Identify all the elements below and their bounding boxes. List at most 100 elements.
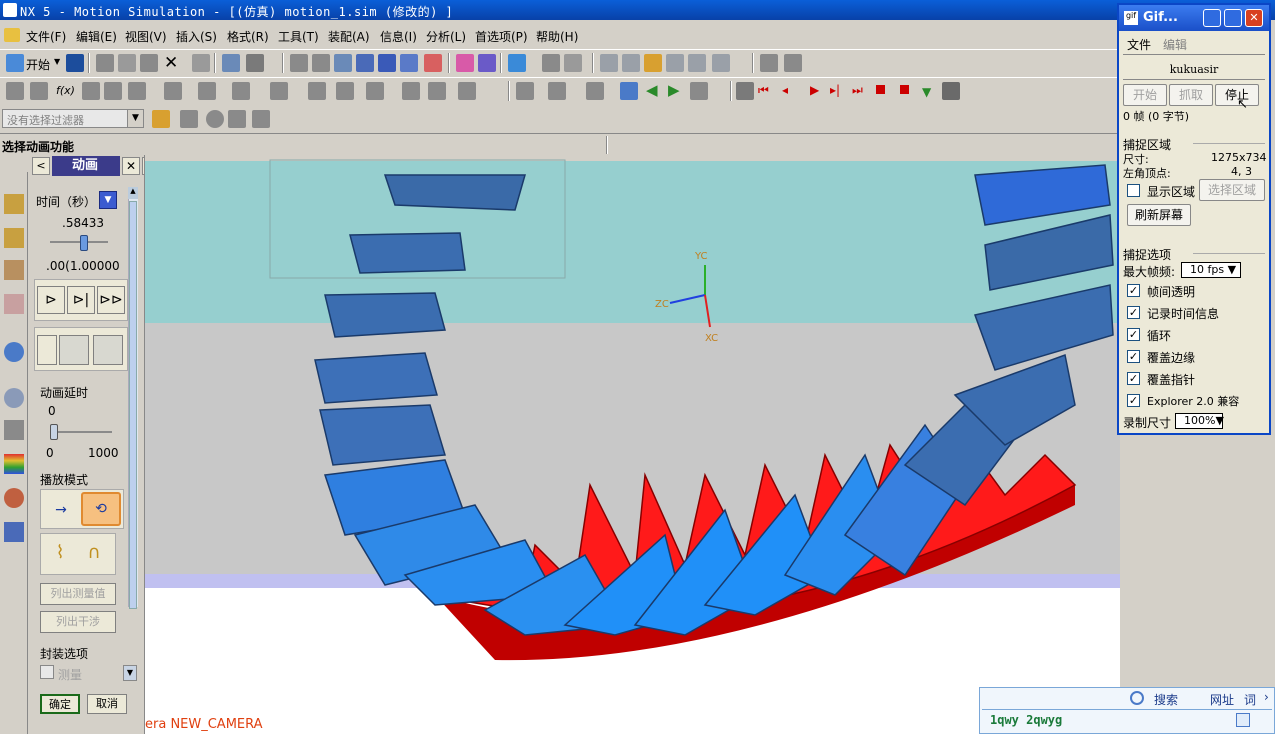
gear-model-view[interactable]: YC ZC XC era NEW_CAMERA — [145, 155, 1120, 734]
contact-icon[interactable] — [164, 82, 182, 100]
trace-tool-icon[interactable] — [59, 335, 89, 365]
rewind-icon[interactable]: ⏮ — [758, 83, 769, 98]
chevron-down-icon[interactable]: ▼ — [127, 110, 143, 127]
menu-preferences[interactable]: 首选项(P) — [475, 28, 528, 45]
time-slider-thumb[interactable] — [79, 235, 88, 251]
menu-analysis[interactable]: 分析(L) — [426, 28, 466, 45]
fast-forward-icon[interactable]: ⏭ — [852, 83, 863, 98]
menu-format[interactable]: 格式(R) — [227, 28, 269, 45]
snap-point-icon[interactable] — [228, 110, 246, 128]
step-back-icon[interactable]: ◂ — [782, 83, 788, 97]
history-icon[interactable] — [4, 388, 24, 408]
grid-icon[interactable] — [620, 82, 638, 100]
option-checkbox-0[interactable]: ✓ — [1127, 284, 1140, 297]
assembly-navigator-icon[interactable] — [4, 228, 24, 248]
section-icon[interactable] — [760, 54, 778, 72]
select-all-icon[interactable] — [252, 110, 270, 128]
check-icon[interactable] — [712, 54, 730, 72]
shade-icon[interactable] — [542, 54, 560, 72]
scroll-down-icon[interactable]: ▼ — [123, 665, 137, 681]
graph-icon[interactable] — [366, 82, 384, 100]
list-measure-button[interactable]: 列出测量值 — [40, 583, 116, 605]
palette-icon[interactable] — [4, 454, 24, 474]
chevron-right-icon[interactable]: › — [1264, 690, 1269, 704]
panel-close-button[interactable]: ✕ — [122, 157, 140, 175]
envelope-icon[interactable] — [458, 82, 476, 100]
light-icon[interactable] — [644, 54, 662, 72]
snap-icon[interactable] — [600, 54, 618, 72]
marker-icon[interactable] — [270, 82, 288, 100]
max-fps-select[interactable]: 10 fps ▼ — [1181, 262, 1241, 278]
rotate-icon[interactable] — [378, 54, 396, 72]
render-icon[interactable] — [424, 54, 442, 72]
spring-icon[interactable] — [82, 82, 100, 100]
record-icon[interactable] — [586, 82, 604, 100]
measure-icon[interactable] — [666, 54, 684, 72]
menu-help[interactable]: 帮助(H) — [536, 28, 578, 45]
solver-icon[interactable] — [308, 82, 326, 100]
ok-button[interactable]: 确定 — [40, 694, 80, 714]
maximize-icon[interactable] — [1224, 9, 1242, 27]
copy-icon[interactable] — [1236, 713, 1250, 727]
option-checkbox-5[interactable]: ✓ — [1127, 394, 1140, 407]
solution-icon[interactable] — [336, 82, 354, 100]
select-region-button[interactable]: 选择区域 — [1199, 179, 1265, 201]
loop-mode-icon[interactable]: ⟲ — [81, 492, 121, 526]
curve-icon[interactable]: ∩ — [79, 542, 109, 570]
list-interference-button[interactable]: 列出干涉 — [40, 611, 116, 633]
zoom-window-icon[interactable] — [312, 54, 330, 72]
menu-assembly[interactable]: 装配(A) — [328, 28, 370, 45]
library-icon[interactable] — [4, 420, 24, 440]
loop-icon[interactable]: ▼ — [922, 85, 931, 99]
clip-icon[interactable] — [784, 54, 802, 72]
menu-tools[interactable]: 工具(T) — [278, 28, 319, 45]
delay-slider-track[interactable] — [50, 431, 112, 433]
save-icon[interactable] — [66, 54, 84, 72]
tool-a-icon[interactable] — [37, 335, 57, 365]
menu-icon[interactable] — [4, 28, 20, 42]
wireframe-icon[interactable] — [564, 54, 582, 72]
gif-start-button[interactable]: 开始 — [1123, 84, 1167, 106]
zoom-icon[interactable] — [334, 54, 352, 72]
play-icon[interactable]: ▶ — [810, 83, 819, 97]
option-checkbox-2[interactable]: ✓ — [1127, 328, 1140, 341]
fast-forward-button[interactable]: ⊳⊳ — [97, 286, 125, 314]
graphics-viewport[interactable]: YC ZC XC era NEW_CAMERA — [145, 155, 1120, 734]
part-navigator-icon[interactable] — [4, 260, 24, 280]
type-filter-select[interactable]: 没有选择过滤器 ▼ — [2, 109, 144, 128]
web-icon[interactable] — [4, 342, 24, 362]
minimize-icon[interactable] — [1203, 9, 1221, 27]
pause-icon[interactable] — [876, 85, 885, 94]
function-icon[interactable]: f(x) — [56, 84, 75, 97]
system-visual-icon[interactable] — [4, 522, 24, 542]
menu-file[interactable]: 文件(F) — [26, 28, 66, 45]
motion-icon[interactable] — [456, 54, 474, 72]
zoom-in-icon[interactable] — [356, 54, 374, 72]
joint-icon[interactable] — [478, 54, 496, 72]
force-icon[interactable] — [198, 82, 216, 100]
bushing-icon[interactable] — [128, 82, 146, 100]
step-forward-button[interactable]: ⊳| — [67, 286, 95, 314]
copy-icon[interactable] — [118, 54, 136, 72]
torque-icon[interactable] — [232, 82, 250, 100]
fit-icon[interactable] — [290, 54, 308, 72]
record-size-select[interactable]: 100%▼ — [1175, 413, 1224, 429]
gif-capture-button[interactable]: 抓取 — [1169, 84, 1213, 106]
menu-view[interactable]: 视图(V) — [125, 28, 167, 45]
delay-slider-thumb[interactable] — [50, 424, 58, 440]
layer-icon[interactable] — [222, 54, 240, 72]
refresh-screen-button[interactable]: 刷新屏幕 — [1127, 204, 1191, 226]
scroll-thumb[interactable] — [129, 201, 137, 609]
arrow-left-icon[interactable]: ◀ — [646, 81, 658, 99]
measure-checkbox[interactable] — [40, 665, 54, 679]
show-region-checkbox[interactable] — [1127, 184, 1140, 197]
path-icon[interactable]: ⌇ — [45, 542, 75, 570]
explode-icon[interactable] — [428, 82, 446, 100]
cancel-button[interactable]: 取消 — [87, 694, 127, 714]
play-step-button[interactable]: ⊳ — [37, 286, 65, 314]
start-icon[interactable] — [6, 54, 24, 72]
start-button[interactable]: 开始 — [26, 56, 50, 73]
navigator-icon[interactable] — [4, 194, 24, 214]
menu-edit[interactable]: 编辑(E) — [76, 28, 117, 45]
panel-tab-animation[interactable]: 动画 — [52, 156, 120, 176]
